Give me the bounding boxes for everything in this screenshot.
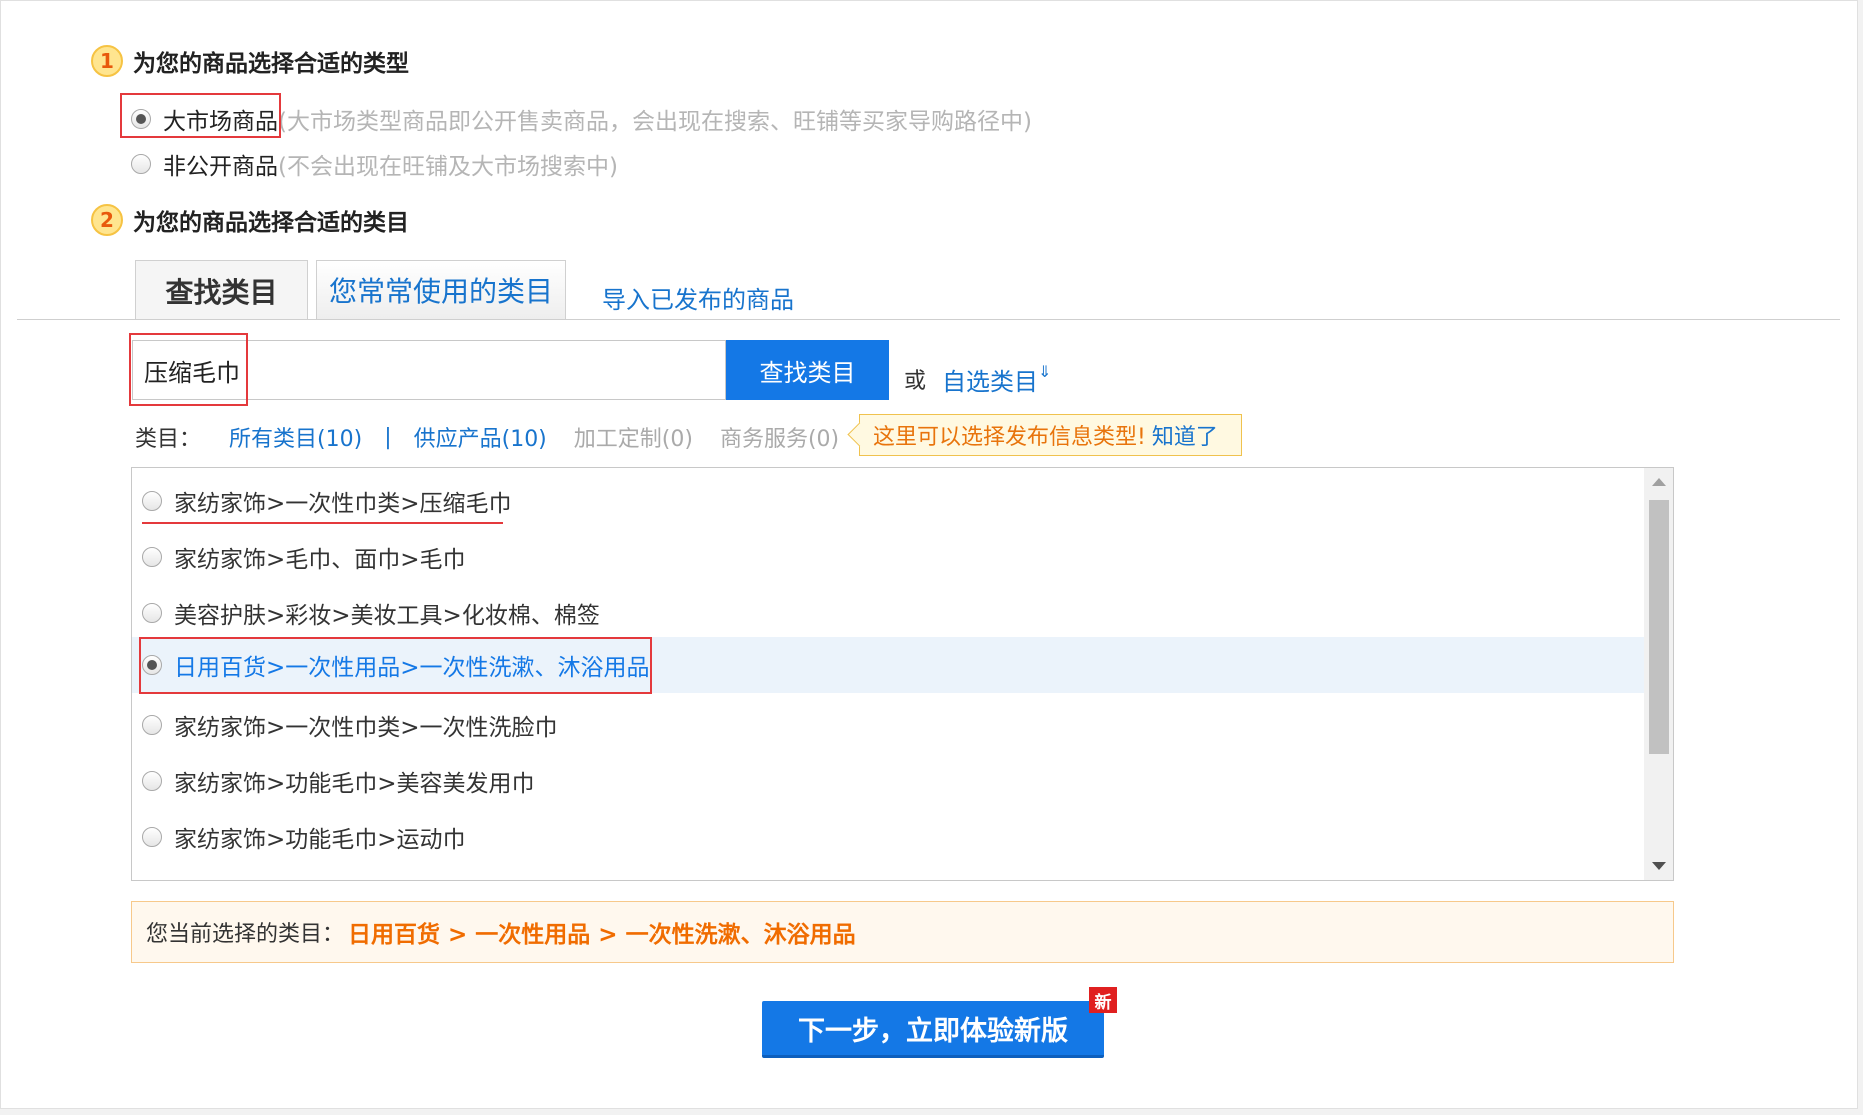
import-published-link[interactable]: 导入已发布的商品 <box>602 280 794 315</box>
type-label: 非公开商品 <box>163 154 278 180</box>
step-number-badge: 1 <box>91 45 123 77</box>
step-title: 为您的商品选择合适的类型 <box>133 51 409 77</box>
current-selection-value: 日用百货 > 一次性用品 > 一次性洗漱、沐浴用品 <box>348 922 856 948</box>
page-panel: 1 为您的商品选择合适的类型 大市场商品 (大市场类型商品即公开售卖商品，会出现… <box>0 0 1858 1109</box>
category-item[interactable]: 家纺家饰>毛巾、面巾>毛巾 <box>132 529 1645 585</box>
category-item[interactable]: 家纺家饰>一次性巾类>一次性洗脸巾 <box>132 697 1645 753</box>
tab-divider <box>17 319 1840 320</box>
tab-frequent-categories[interactable]: 您常常使用的类目 <box>316 260 566 319</box>
category-path: 美容护肤>彩妆>美妆工具>化妆棉、棉签 <box>174 603 600 629</box>
scroll-up-icon[interactable] <box>1652 478 1666 486</box>
type-option-private[interactable]: 非公开商品 (不会出现在旺铺及大市场搜索中) <box>131 147 618 181</box>
category-list-scrollbar[interactable] <box>1644 468 1673 880</box>
custom-category-label: 自选类目 <box>942 368 1038 396</box>
step-number-badge: 2 <box>91 204 123 236</box>
filter-service[interactable]: 商务服务(0) <box>720 421 839 453</box>
category-radio[interactable] <box>142 715 162 735</box>
category-item[interactable]: 家纺家饰>功能毛巾>运动巾 <box>132 809 1645 865</box>
filter-supply[interactable]: 供应产品(10) <box>414 421 547 453</box>
category-path: 家纺家饰>功能毛巾>运动巾 <box>174 827 466 853</box>
category-path: 家纺家饰>一次性巾类>压缩毛巾 <box>174 491 512 517</box>
search-category-button[interactable]: 查找类目 <box>726 340 889 400</box>
type-description: (大市场类型商品即公开售卖商品，会出现在搜索、旺铺等买家导购路径中) <box>278 109 1032 135</box>
filter-custom[interactable]: 加工定制(0) <box>574 421 693 453</box>
current-selection-label: 您当前选择的类目： <box>146 922 345 947</box>
scroll-down-icon[interactable] <box>1652 862 1666 870</box>
annotation-underline <box>142 522 503 524</box>
type-description: (不会出现在旺铺及大市场搜索中) <box>278 154 618 180</box>
custom-category-link[interactable]: 自选类目⇓ <box>942 362 1051 397</box>
category-item[interactable]: 家纺家饰>一次性巾类>压缩毛巾 <box>132 473 1645 529</box>
category-filter-bar: 类目： 所有类目(10) | 供应产品(10) 加工定制(0) 商务服务(0) <box>135 421 839 453</box>
category-radio[interactable] <box>142 547 162 567</box>
filter-all[interactable]: 所有类目(10) <box>229 421 362 453</box>
tooltip-dismiss-link[interactable]: 知道了 <box>1152 419 1218 451</box>
category-item[interactable]: 美容护肤>彩妆>美妆工具>化妆棉、棉签 <box>132 585 1645 641</box>
step-2-heading: 2 为您的商品选择合适的类目 <box>91 203 409 237</box>
annotation-box <box>129 333 248 406</box>
radio-private[interactable] <box>131 154 151 174</box>
category-item[interactable]: 家纺家饰>功能毛巾>美容美发用巾 <box>132 753 1645 809</box>
new-badge: 新 <box>1089 987 1117 1013</box>
scroll-thumb[interactable] <box>1649 500 1669 754</box>
chevron-double-down-icon: ⇓ <box>1038 362 1052 381</box>
category-radio[interactable] <box>142 771 162 791</box>
tooltip-text: 这里可以选择发布信息类型! <box>873 425 1146 450</box>
filter-separator: | <box>384 424 392 450</box>
annotation-box <box>139 637 652 694</box>
step-1-heading: 1 为您的商品选择合适的类型 <box>91 44 409 78</box>
category-path: 家纺家饰>毛巾、面巾>毛巾 <box>174 547 466 573</box>
category-path: 家纺家饰>一次性巾类>一次性洗脸巾 <box>174 715 558 741</box>
current-selection-bar: 您当前选择的类目： 日用百货 > 一次性用品 > 一次性洗漱、沐浴用品 <box>131 901 1674 963</box>
tab-find-category[interactable]: 查找类目 <box>135 260 308 320</box>
tooltip: 这里可以选择发布信息类型! 知道了 <box>859 414 1242 456</box>
category-radio[interactable] <box>142 603 162 623</box>
filter-label: 类目： <box>135 427 202 452</box>
category-radio[interactable] <box>142 827 162 847</box>
step-title: 为您的商品选择合适的类目 <box>133 210 409 236</box>
annotation-box <box>120 93 281 138</box>
or-text: 或 <box>904 369 927 394</box>
category-radio[interactable] <box>142 491 162 511</box>
next-step-button[interactable]: 下一步，立即体验新版 <box>762 1001 1104 1058</box>
category-path: 家纺家饰>功能毛巾>美容美发用巾 <box>174 771 535 797</box>
